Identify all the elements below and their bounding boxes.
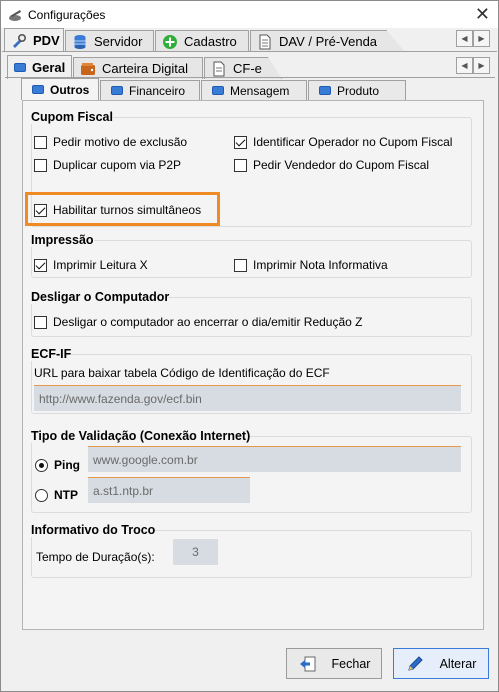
app-icon — [9, 9, 21, 21]
alterar-label: Alterar — [439, 656, 477, 671]
tab-pdv-label: PDV — [33, 33, 60, 48]
checkbox-habilitar-turnos[interactable]: Habilitar turnos simultâneos — [34, 203, 201, 217]
close-icon[interactable]: ✕ — [475, 4, 490, 25]
ecf-url-input[interactable]: http://www.fazenda.gov/ecf.bin — [34, 385, 461, 411]
main-tab-row: PDV Servidor Cadastro DAV / Pré-Venda ◀ … — [1, 28, 499, 52]
validacao-title: Tipo de Validação (Conexão Internet) — [31, 429, 251, 443]
checkbox-label: Desligar o computador ao encerrar o dia/… — [53, 315, 363, 329]
scroll-left-icon[interactable]: ◀ — [456, 57, 473, 74]
checkbox-imprimir-nota[interactable]: Imprimir Nota Informativa — [234, 258, 388, 272]
checkbox-box[interactable] — [34, 315, 47, 329]
tab-geral[interactable]: Geral — [7, 55, 72, 79]
tab-pdv[interactable]: PDV — [4, 28, 64, 52]
troco-duration-input[interactable]: 3 — [173, 539, 218, 565]
window-title: Configurações — [28, 7, 106, 22]
sub-tab-scroll: ◀ ▶ — [456, 57, 490, 74]
tab-financeiro-label: Financeiro — [129, 83, 186, 98]
title-bar: Configurações ✕ — [1, 1, 498, 28]
checkbox-label: Pedir Vendedor do Cupom Fiscal — [253, 158, 430, 172]
blue-tab-icon — [14, 63, 26, 72]
checkbox-box[interactable] — [234, 158, 247, 172]
tab-mensagem-label: Mensagem — [230, 83, 290, 98]
desligar-title: Desligar o Computador — [31, 290, 170, 304]
checkbox-label: Imprimir Leitura X — [53, 258, 148, 272]
tab-cfe-label: CF-e — [233, 61, 262, 76]
scroll-left-icon[interactable]: ◀ — [456, 30, 473, 47]
tab-financeiro[interactable]: Financeiro — [100, 80, 200, 100]
settings-window: Configurações ✕ PDV Servidor Cadastro DA… — [0, 0, 499, 692]
checkbox-box[interactable] — [234, 135, 247, 149]
tab-cfe[interactable]: CF-e — [204, 57, 282, 79]
checkbox-box[interactable] — [34, 158, 47, 172]
impressao-title: Impressão — [31, 233, 94, 247]
tab-dav-label: DAV / Pré-Venda — [279, 34, 378, 49]
ping-input[interactable]: www.google.com.br — [88, 446, 461, 472]
checkbox-label: Duplicar cupom via P2P — [53, 158, 182, 172]
tab-carteira-digital[interactable]: Carteira Digital — [73, 57, 203, 79]
blue-tab-icon — [111, 86, 123, 95]
radio-circle[interactable] — [35, 458, 48, 472]
ecf-url-label: URL para baixar tabela Código de Identif… — [34, 366, 330, 380]
radio-circle[interactable] — [35, 488, 48, 502]
tab-dav[interactable]: DAV / Pré-Venda — [250, 30, 405, 52]
blue-tab-icon — [319, 86, 331, 95]
document-icon — [259, 34, 271, 49]
checkbox-box[interactable] — [34, 135, 47, 149]
tab-mensagem[interactable]: Mensagem — [201, 80, 307, 100]
tools-icon — [13, 33, 27, 48]
cupom-fiscal-title: Cupom Fiscal — [31, 110, 113, 124]
scroll-right-icon[interactable]: ▶ — [473, 30, 490, 47]
tab-cadastro[interactable]: Cadastro — [155, 30, 249, 52]
wallet-icon — [81, 62, 95, 75]
tab-geral-label: Geral — [32, 60, 66, 75]
blue-tab-icon — [32, 85, 44, 94]
tab-outros[interactable]: Outros — [21, 78, 99, 100]
document-icon — [213, 61, 225, 76]
checkbox-pedir-motivo[interactable]: Pedir motivo de exclusão — [34, 135, 187, 149]
checkbox-pedir-vendedor[interactable]: Pedir Vendedor do Cupom Fiscal — [234, 158, 429, 172]
checkbox-imprimir-leitura-x[interactable]: Imprimir Leitura X — [34, 258, 148, 272]
sub-tab-row: Geral Carteira Digital CF-e ◀ ▶ — [1, 55, 499, 79]
checkbox-box[interactable] — [234, 258, 247, 272]
troco-title: Informativo do Troco — [31, 523, 156, 537]
fechar-button[interactable]: Fechar — [286, 648, 382, 679]
checkbox-box[interactable] — [34, 203, 47, 217]
checkbox-duplicar-cupom[interactable]: Duplicar cupom via P2P — [34, 158, 181, 172]
tab-produto[interactable]: Produto — [308, 80, 406, 100]
checkbox-label: Imprimir Nota Informativa — [253, 258, 388, 272]
checkbox-label: Habilitar turnos simultâneos — [53, 203, 202, 217]
alterar-button[interactable]: Alterar — [393, 648, 489, 679]
tab-carteira-label: Carteira Digital — [102, 61, 188, 76]
add-icon — [163, 34, 177, 49]
edit-pencil-icon — [407, 655, 423, 671]
main-tab-divider — [2, 51, 497, 52]
radio-ping[interactable]: Ping — [35, 458, 80, 472]
radio-ntp-label: NTP — [54, 488, 78, 502]
ntp-input[interactable]: a.st1.ntp.br — [88, 477, 250, 503]
checkbox-label: Identificar Operador no Cupom Fiscal — [253, 135, 453, 149]
tab-servidor[interactable]: Servidor — [65, 30, 154, 52]
radio-ping-label: Ping — [54, 458, 80, 472]
checkbox-desligar-computador[interactable]: Desligar o computador ao encerrar o dia/… — [34, 315, 362, 329]
exit-icon — [299, 656, 316, 671]
tab-produto-label: Produto — [337, 83, 380, 98]
main-tab-scroll: ◀ ▶ — [456, 30, 490, 47]
inner-tab-row: Outros Financeiro Mensagem Produto — [19, 78, 489, 102]
database-icon — [74, 34, 86, 49]
radio-ntp[interactable]: NTP — [35, 488, 78, 502]
outros-panel: Cupom Fiscal Pedir motivo de exclusão Id… — [22, 100, 484, 630]
tab-cadastro-label: Cadastro — [184, 34, 237, 49]
tab-outros-label: Outros — [50, 82, 90, 97]
checkbox-box[interactable] — [34, 258, 47, 272]
checkbox-label: Pedir motivo de exclusão — [53, 135, 188, 149]
fechar-label: Fechar — [331, 656, 371, 671]
scroll-right-icon[interactable]: ▶ — [473, 57, 490, 74]
tab-servidor-label: Servidor — [94, 34, 143, 49]
ecf-title: ECF-IF — [31, 347, 72, 361]
blue-tab-icon — [212, 86, 224, 95]
troco-duration-label: Tempo de Duração(s): — [36, 550, 155, 564]
checkbox-identificar-operador[interactable]: Identificar Operador no Cupom Fiscal — [234, 135, 452, 149]
